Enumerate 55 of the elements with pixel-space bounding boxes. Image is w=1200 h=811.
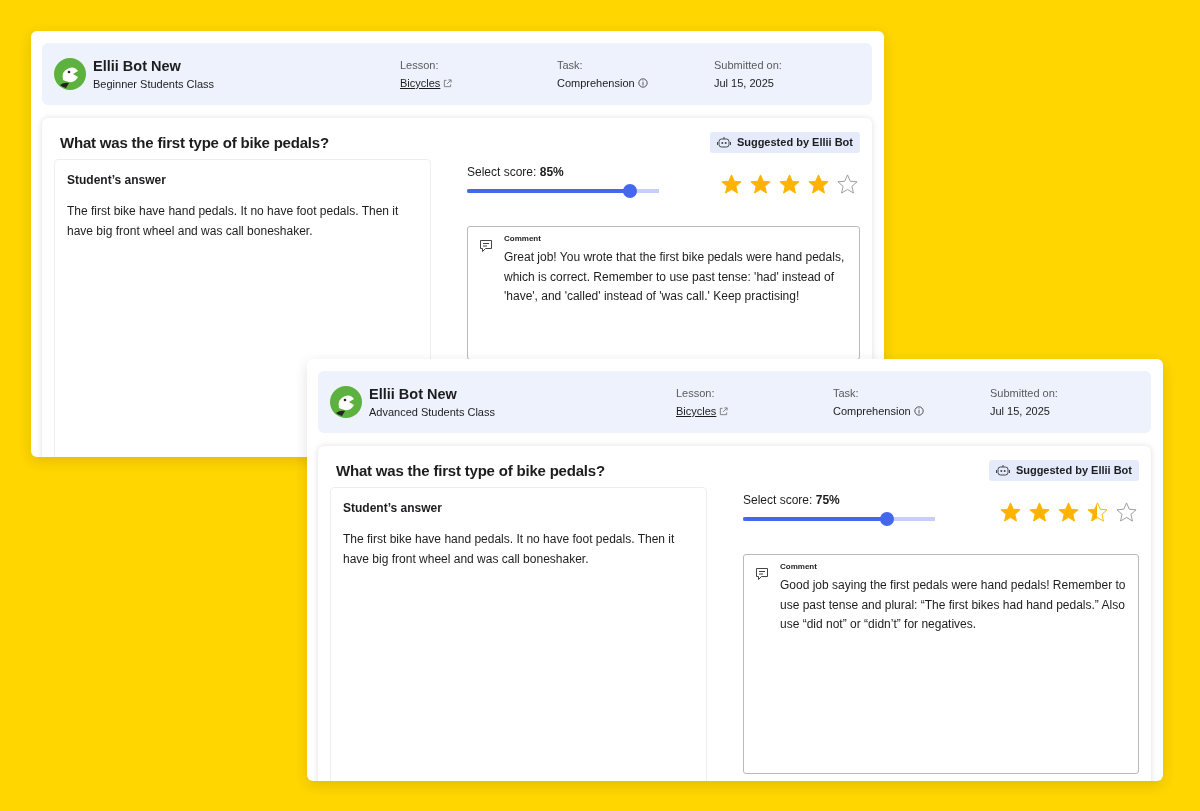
- score-label: Select score: 85%: [467, 165, 565, 179]
- comment-text: Good job saying the first pedals were hand pedals! Remember to use past tense and plural: “The first bikes had hand pedals.” Also use “did not” or “didn’t” for negatives.: [780, 577, 1126, 633]
- score-label: Select score: 75%: [743, 493, 841, 507]
- robot-icon: [716, 135, 731, 149]
- info-icon[interactable]: [913, 406, 924, 416]
- comment-icon: [755, 567, 769, 581]
- star-icon[interactable]: [1057, 501, 1080, 524]
- task-value: Comprehension: [833, 405, 911, 417]
- answer-text: The first bike have hand pedals. It no have foot pedals. Then it have big front wheel and was call boneshaker.: [343, 531, 676, 568]
- comment-field[interactable]: Comment Good job saying the first pedals were hand pedals! Remember to use past tense and plural: “The first bikes had hand pedals.” Also use “did not” or “didn’t” for negatives.: [743, 554, 1139, 774]
- star-icon[interactable]: [999, 501, 1022, 524]
- comment-label: Comment: [504, 234, 542, 243]
- lesson-link[interactable]: Bicycles: [400, 77, 441, 89]
- answer-title: Student’s answer: [67, 173, 167, 187]
- star-icon[interactable]: [749, 173, 772, 196]
- question-title: What was the first type of bike pedals?: [60, 133, 329, 151]
- star-icon[interactable]: [778, 173, 801, 196]
- class-name: Beginner Students Class: [93, 78, 215, 90]
- submitted-label: Submitted on:: [990, 387, 1059, 399]
- star-icon[interactable]: [836, 173, 859, 196]
- task-value: Comprehension: [557, 77, 635, 89]
- lesson-link[interactable]: Bicycles: [676, 405, 717, 417]
- comment-label: Comment: [780, 562, 818, 571]
- comment-icon: [479, 239, 493, 253]
- lesson-label: Lesson:: [400, 59, 440, 71]
- star-icon[interactable]: [1086, 501, 1109, 524]
- submitted-label: Submitted on:: [714, 59, 783, 71]
- suggested-badge: Suggested by Ellii Bot: [988, 459, 1139, 481]
- external-link-icon: [443, 79, 453, 88]
- submitted-date: Jul 15, 2025: [714, 77, 775, 89]
- comment-text: Great job! You wrote that the first bike pedals were hand pedals, which is correct. Remember to use past tense: 'had' instead of 'have', and 'called' instead of 'was call.' Keep practising!: [504, 249, 846, 305]
- bot-avatar-icon: [330, 386, 362, 418]
- bot-name: Ellii Bot New: [93, 58, 182, 74]
- bot-name: Ellii Bot New: [369, 386, 458, 402]
- answer-title: Student’s answer: [343, 501, 443, 515]
- external-link-icon: [719, 407, 729, 416]
- info-icon[interactable]: [637, 78, 648, 88]
- task-label: Task:: [557, 59, 584, 71]
- star-icon[interactable]: [1115, 501, 1138, 524]
- star-rating[interactable]: [720, 173, 859, 196]
- slider-thumb[interactable]: [623, 184, 638, 198]
- robot-icon: [995, 463, 1010, 477]
- answer-text: The first bike have hand pedals. It no have foot pedals. Then it have big front wheel and was call boneshaker.: [67, 203, 400, 240]
- bot-avatar-icon: [54, 58, 86, 90]
- star-icon[interactable]: [1028, 501, 1051, 524]
- class-name: Advanced Students Class: [369, 406, 495, 418]
- question-title: What was the first type of bike pedals?: [336, 461, 605, 479]
- star-icon[interactable]: [720, 173, 743, 196]
- task-label: Task:: [833, 387, 860, 399]
- suggested-badge: Suggested by Ellii Bot: [709, 131, 860, 153]
- lesson-label: Lesson:: [676, 387, 716, 399]
- star-icon[interactable]: [807, 173, 830, 196]
- star-rating[interactable]: [999, 501, 1138, 524]
- slider-thumb[interactable]: [880, 512, 894, 526]
- submitted-date: Jul 15, 2025: [990, 405, 1051, 417]
